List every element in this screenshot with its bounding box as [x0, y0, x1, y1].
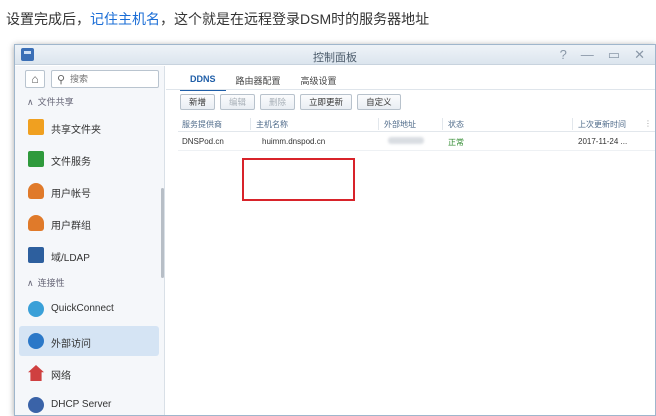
sidebar-item-label: 网络 — [51, 371, 71, 382]
sidebar-item-quickconnect[interactable]: QuickConnect — [19, 294, 159, 324]
tab-advanced-settings[interactable]: 高级设置 — [291, 70, 347, 91]
column-divider — [572, 118, 573, 130]
cell-status: 正常 — [448, 138, 464, 147]
window-controls: ? — ▭ ✕ — [560, 47, 645, 63]
hostname-highlight-box — [242, 158, 355, 201]
column-divider — [442, 118, 443, 130]
tab-divider — [166, 89, 655, 90]
add-button[interactable]: 新增 — [180, 94, 216, 110]
tab-ddns[interactable]: DDNS — [180, 70, 226, 91]
sidebar-item-shared-folder[interactable]: 共享文件夹 — [19, 112, 159, 142]
chevron-up-icon: ∧ — [27, 97, 34, 107]
toolbar: 新增 编辑 删除 立即更新 自定义 — [180, 94, 401, 110]
sidebar-item-label: 用户帐号 — [51, 189, 91, 200]
cell-provider: DNSPod.cn — [182, 137, 224, 146]
search-box[interactable]: ⚲ — [51, 70, 159, 88]
column-header-last-update[interactable]: 上次更新时间 — [578, 119, 626, 130]
sidebar-item-label: QuickConnect — [51, 303, 114, 314]
sidebar-item-label: 共享文件夹 — [51, 125, 101, 136]
sidebar-item-group[interactable]: 用户群组 — [19, 208, 159, 238]
cell-hostname: huimm.dnspod.cn — [262, 137, 326, 146]
sidebar-scrollbar[interactable] — [161, 188, 164, 278]
folder-icon — [28, 119, 44, 135]
column-header-status[interactable]: 状态 — [448, 119, 464, 130]
home-button[interactable]: ⌂ — [25, 70, 45, 88]
column-menu-icon[interactable]: ⋮ — [644, 119, 652, 128]
sidebar-item-domain-ldap[interactable]: 域/LDAP — [19, 240, 159, 270]
sidebar-item-file-services[interactable]: 文件服务 — [19, 144, 159, 174]
cell-external-ip-redacted — [388, 137, 424, 146]
column-divider — [250, 118, 251, 130]
search-icon: ⚲ — [57, 74, 66, 86]
sidebar-item-label: 外部访问 — [51, 339, 91, 350]
help-icon[interactable]: ? — [560, 47, 567, 63]
user-icon — [28, 183, 44, 199]
quickconnect-icon — [28, 301, 44, 317]
group-icon — [28, 215, 44, 231]
maximize-icon[interactable]: ▭ — [608, 47, 620, 63]
section-connectivity[interactable]: ∧ 连接性 — [27, 276, 65, 289]
search-input[interactable] — [70, 72, 154, 86]
minimize-icon[interactable]: — — [581, 47, 594, 63]
column-header-provider[interactable]: 服务提供商 — [182, 119, 222, 130]
sidebar-item-label: DHCP Server — [51, 399, 112, 410]
title-bar: 控制面板 ? — ▭ ✕ — [15, 45, 655, 65]
column-header-hostname[interactable]: 主机名称 — [256, 119, 288, 130]
delete-button[interactable]: 删除 — [260, 94, 296, 110]
column-header-external-ip[interactable]: 外部地址 — [384, 119, 416, 130]
column-divider — [378, 118, 379, 130]
section-label: 连接性 — [37, 278, 65, 288]
file-service-icon — [28, 151, 44, 167]
table-row[interactable]: DNSPod.cn huimm.dnspod.cn 正常 2017-11-24 … — [178, 133, 655, 151]
chevron-up-icon: ∧ — [27, 278, 34, 288]
sidebar-item-label: 文件服务 — [51, 157, 91, 168]
external-access-icon — [28, 333, 44, 349]
section-label: 文件共享 — [37, 97, 74, 107]
sidebar-item-network[interactable]: 网络 — [19, 358, 159, 388]
customize-button[interactable]: 自定义 — [357, 94, 401, 110]
caption-highlight: 记住主机名 — [90, 11, 160, 27]
ldap-icon — [28, 247, 44, 263]
network-icon — [28, 365, 44, 381]
sidebar: ⌂ ⚲ ∧文件共享 共享文件夹 文件服务 用户帐号 用户群组 域/LDAP — [15, 66, 165, 415]
close-icon[interactable]: ✕ — [634, 47, 645, 63]
tab-bar: DDNS 路由器配置 高级设置 — [180, 70, 347, 91]
section-file-sharing[interactable]: ∧ 文件共享 — [27, 95, 74, 108]
dhcp-icon — [28, 397, 44, 413]
caption-prefix: 设置完成后， — [6, 11, 90, 27]
caption-suffix: ，这个就是在远程登录DSM时的服务器地址 — [160, 11, 430, 27]
update-now-button[interactable]: 立即更新 — [300, 94, 353, 110]
sidebar-item-label: 域/LDAP — [51, 253, 90, 264]
tab-router-config[interactable]: 路由器配置 — [226, 70, 291, 91]
table-header: 服务提供商 主机名称 外部地址 状态 上次更新时间 ⋮ — [178, 116, 655, 132]
sidebar-item-dhcp-server[interactable]: DHCP Server — [19, 390, 159, 415]
edit-button[interactable]: 编辑 — [220, 94, 256, 110]
caption-text: 设置完成后，记住主机名，这个就是在远程登录DSM时的服务器地址 — [6, 9, 429, 29]
main-panel: DDNS 路由器配置 高级设置 新增 编辑 删除 立即更新 自定义 服务提供商 … — [166, 66, 655, 415]
home-icon: ⌂ — [31, 72, 39, 86]
sidebar-item-label: 用户群组 — [51, 221, 91, 232]
sidebar-item-external-access[interactable]: 外部访问 — [19, 326, 159, 356]
control-panel-window: 控制面板 ? — ▭ ✕ ⌂ ⚲ ∧文件共享 共享文件夹 文件服务 用 — [14, 44, 656, 416]
sidebar-item-user[interactable]: 用户帐号 — [19, 176, 159, 206]
cell-last-update: 2017-11-24 ... — [578, 137, 628, 146]
